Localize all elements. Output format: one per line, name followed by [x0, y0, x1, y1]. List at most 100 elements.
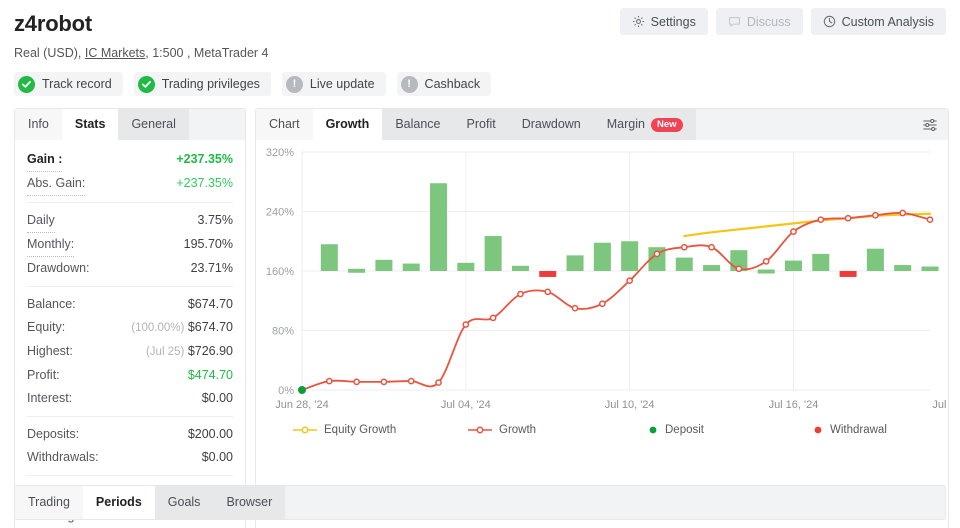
broker-link[interactable]: IC Markets	[85, 46, 145, 60]
legend-marker-dot	[649, 426, 657, 434]
legend-label: Equity Growth	[324, 424, 397, 436]
stat-row-drawdown: Drawdown: 23.71%	[27, 257, 233, 280]
tab-periods[interactable]: Periods	[82, 486, 155, 519]
stat-row-balance: Balance: $674.70	[27, 293, 233, 316]
stat-label: Deposits:	[27, 427, 80, 441]
stat-label: Highest:	[27, 344, 73, 358]
highest-date: (Jul 25)	[145, 346, 185, 358]
svg-text:Jul 16, '24: Jul 16, '24	[769, 399, 819, 411]
legend-item-withdrawal[interactable]: Withdrawal	[812, 424, 887, 436]
check-circle-icon	[137, 75, 155, 93]
legend-item-equity-growth[interactable]: Equity Growth	[292, 424, 467, 436]
exclamation-circle-icon: !	[285, 75, 303, 93]
page-header: z4robot Real (USD), IC Markets, 1:500 , …	[0, 0, 960, 96]
stat-value: $0.00	[201, 450, 233, 464]
check-circle-icon	[18, 75, 35, 93]
tab-general[interactable]: General	[118, 109, 189, 140]
stat-label: Interest:	[27, 391, 73, 405]
settings-button-label: Settings	[650, 14, 696, 29]
legend-item-deposit[interactable]: Deposit	[647, 424, 812, 436]
stat-label: Drawdown:	[27, 261, 90, 275]
tab-balance[interactable]: Balance	[382, 109, 454, 140]
account-subtitle: Real (USD), IC Markets, 1:500 , MetaTrad…	[14, 45, 946, 61]
chart-legend: Equity Growth Growth Deposit Withdrawal	[256, 424, 948, 436]
custom-analysis-button-label: Custom Analysis	[841, 14, 934, 29]
discuss-button-label: Discuss	[746, 14, 791, 29]
gear-icon	[632, 15, 645, 28]
stat-value: +237.35%	[176, 176, 233, 190]
stat-row-highest: Highest: (Jul 25) $726.90	[27, 340, 233, 364]
stat-label: Abs. Gain:	[27, 172, 86, 196]
svg-text:Jul 22, '24: Jul 22, '24	[932, 399, 948, 411]
stat-value: 195.70%	[183, 237, 233, 251]
stat-value: $0.00	[201, 391, 233, 405]
stat-row-daily: Daily 3.75%	[27, 209, 233, 233]
highest-amount: $726.90	[187, 344, 233, 358]
status-badge-track-record[interactable]: Track record	[14, 72, 123, 96]
stat-label: Daily	[27, 209, 55, 233]
stat-row-profit: Profit: $474.70	[27, 364, 233, 387]
divider	[27, 475, 233, 476]
bottom-tabs: Trading Periods Goals Browser	[15, 486, 945, 519]
legend-item-growth[interactable]: Growth	[467, 424, 647, 436]
svg-text:160%: 160%	[266, 266, 294, 278]
tab-margin-label: Margin	[606, 117, 645, 131]
header-actions: Settings Discuss Custom Analysis	[619, 8, 946, 35]
status-badge-trading-privileges[interactable]: Trading privileges	[133, 72, 271, 96]
main-content: Info Stats General Gain : +237.35% Abs. …	[0, 108, 960, 528]
stat-label: Profit:	[27, 368, 60, 382]
stat-value: (Jul 25) $726.90	[146, 340, 233, 364]
tab-drawdown[interactable]: Drawdown	[508, 109, 594, 140]
legend-marker-line	[468, 426, 492, 434]
discuss-button[interactable]: Discuss	[715, 8, 803, 35]
chart-tabs: Chart Growth Balance Profit Drawdown Mar…	[256, 109, 948, 140]
stat-row-withdrawals: Withdrawals: $0.00	[27, 446, 233, 469]
legend-label: Withdrawal	[830, 424, 887, 436]
tab-growth[interactable]: Growth	[312, 109, 383, 140]
status-badge-live-update[interactable]: ! Live update	[281, 72, 386, 96]
sliders-icon[interactable]	[912, 109, 948, 140]
stat-value: $674.70	[187, 297, 233, 311]
divider	[27, 286, 233, 287]
status-badge-cashback[interactable]: ! Cashback	[396, 72, 492, 96]
tab-stats[interactable]: Stats	[61, 109, 119, 140]
svg-text:80%: 80%	[272, 326, 294, 338]
divider	[27, 202, 233, 203]
legend-marker-dot	[814, 426, 822, 434]
svg-text:Jun 28, '24: Jun 28, '24	[275, 399, 328, 411]
tab-browser[interactable]: Browser	[213, 486, 286, 519]
tab-chart[interactable]: Chart	[256, 109, 313, 140]
settings-button[interactable]: Settings	[619, 8, 708, 35]
sidebar-tabs: Info Stats General	[15, 109, 245, 140]
equity-amount: $674.70	[187, 320, 233, 334]
new-badge: New	[650, 117, 683, 132]
stat-row-abs-gain: Abs. Gain: +237.35%	[27, 172, 233, 196]
account-platform: , 1:500 , MetaTrader 4	[145, 46, 269, 60]
status-badges: Track record Trading privileges ! Live u…	[14, 72, 946, 96]
tab-margin[interactable]: Margin New	[593, 109, 696, 140]
stat-value: +237.35%	[176, 152, 233, 166]
stat-row-equity: Equity: (100.00%) $674.70	[27, 316, 233, 340]
tab-profit[interactable]: Profit	[453, 109, 509, 140]
svg-text:Jul 04, '24: Jul 04, '24	[441, 399, 491, 411]
chart-canvas: 0% 80% 160% 240% 320% Jun 28, '24 Jul 04, '24 J…	[266, 147, 948, 411]
stat-label: Equity:	[27, 320, 66, 334]
chart-panel: Chart Growth Balance Profit Drawdown Mar…	[255, 108, 949, 528]
stat-value: $200.00	[187, 427, 233, 441]
comment-icon	[728, 15, 741, 28]
stat-row-gain: Gain : +237.35%	[27, 148, 233, 172]
tab-info[interactable]: Info	[15, 109, 62, 140]
equity-percent: (100.00%)	[131, 322, 185, 334]
svg-text:Jul 10, '24: Jul 10, '24	[605, 399, 655, 411]
status-badge-label: Cashback	[424, 77, 481, 91]
clock-icon	[823, 15, 836, 28]
growth-chart: 0% 80% 160% 240% 320% Jun 28, '24 Jul 04, '24 J…	[256, 140, 948, 422]
account-type: Real (USD),	[14, 46, 85, 60]
tab-trading[interactable]: Trading	[15, 486, 83, 519]
bottom-tabs-panel: Trading Periods Goals Browser	[14, 485, 946, 520]
stat-value: 23.71%	[190, 261, 233, 275]
stat-row-interest: Interest: $0.00	[27, 387, 233, 410]
tab-goals[interactable]: Goals	[154, 486, 214, 519]
custom-analysis-button[interactable]: Custom Analysis	[810, 8, 946, 35]
svg-text:320%: 320%	[266, 147, 294, 159]
